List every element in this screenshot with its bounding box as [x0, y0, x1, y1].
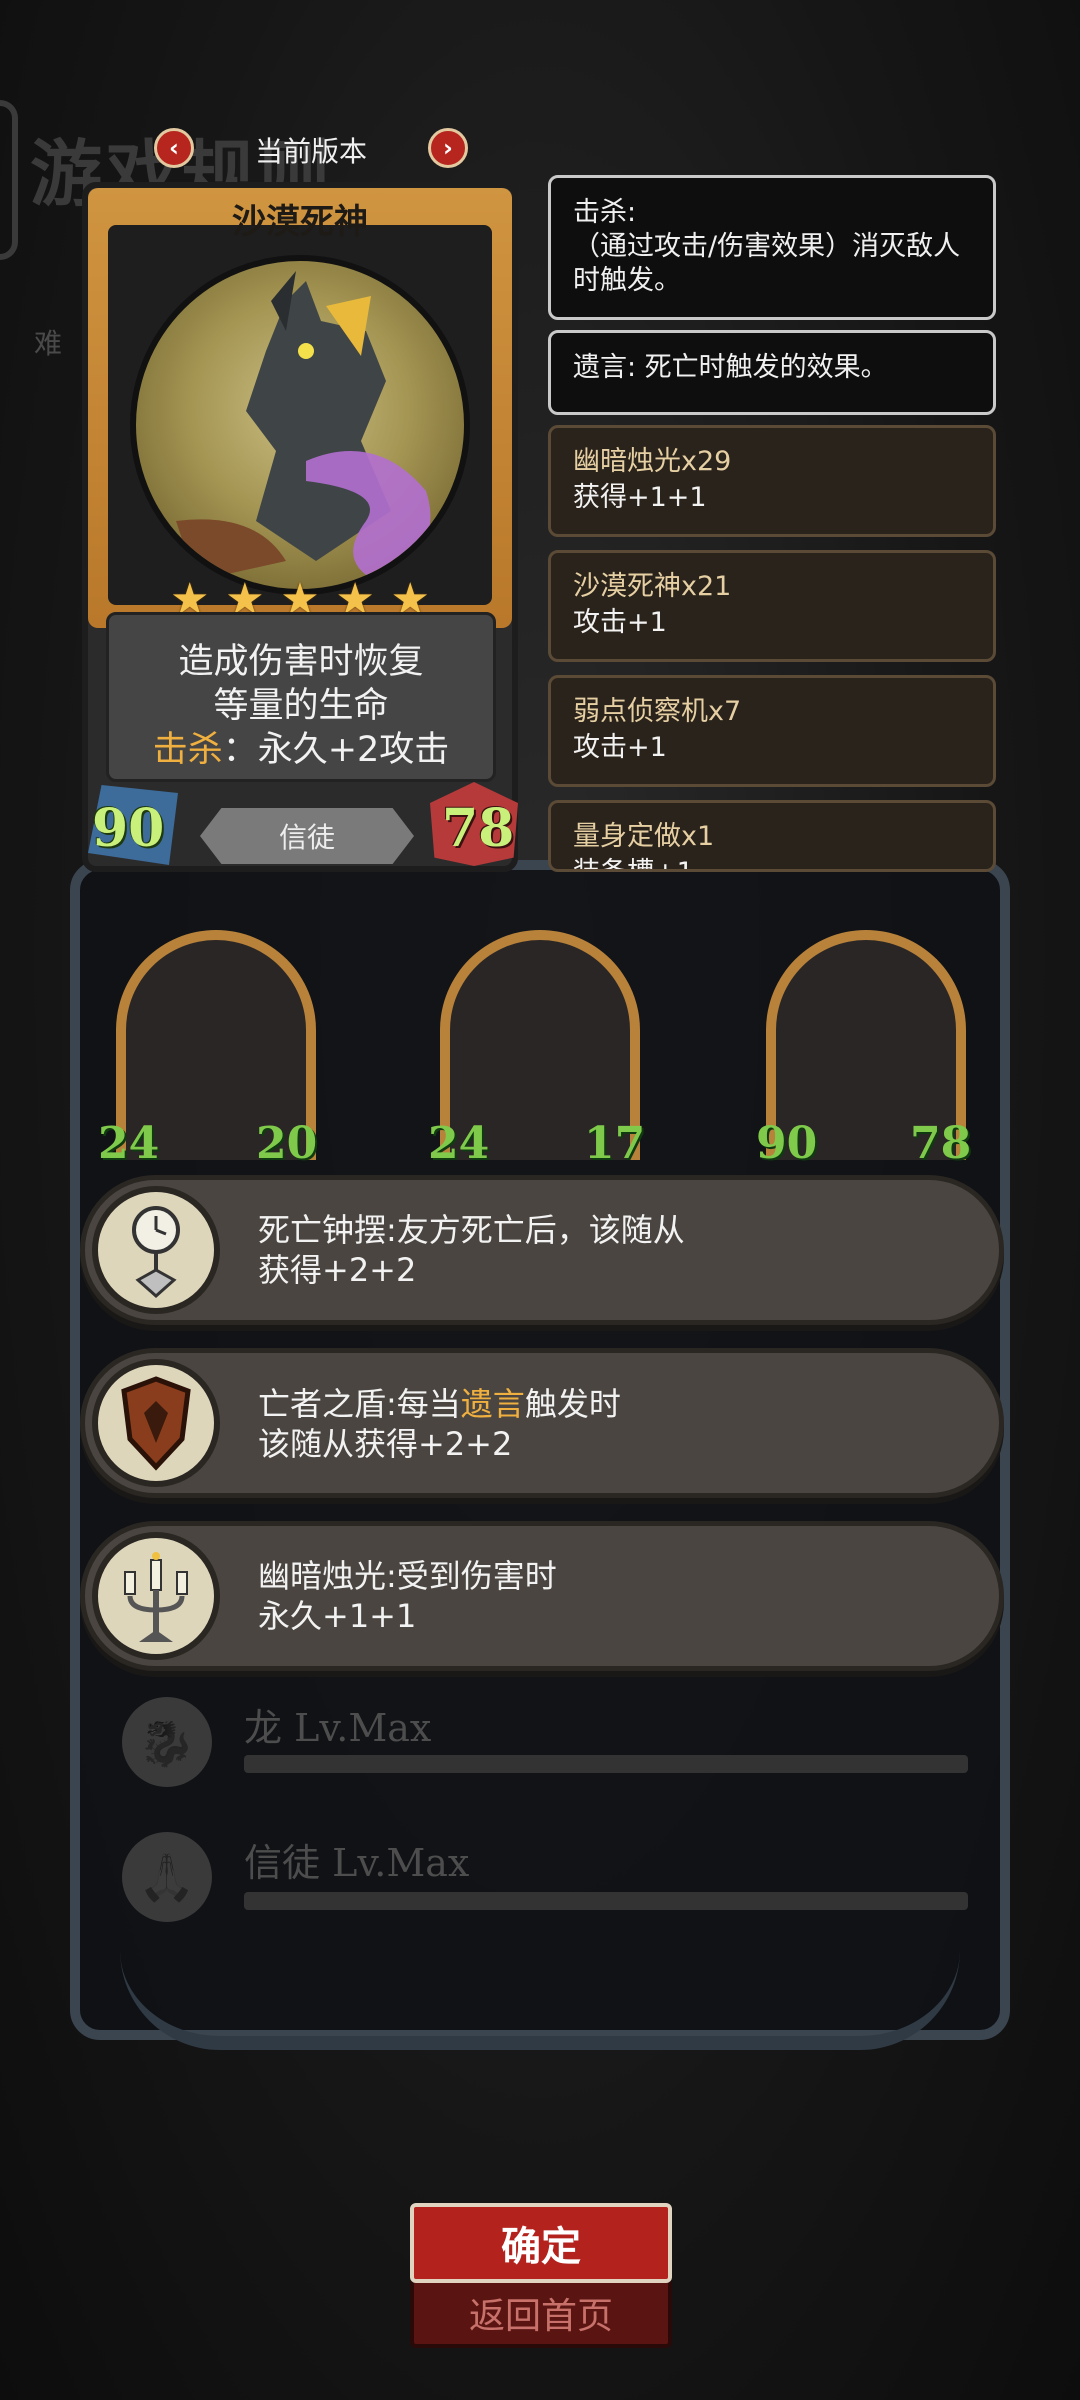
background-difficulty-label: 难	[34, 327, 63, 360]
relic-text-line: 死亡钟摆:友方死亡后，该随从	[258, 1211, 685, 1249]
card-keyword-line: 击杀：永久+2攻击	[106, 728, 496, 772]
deathrattle-tooltip-desc: 遗言: 死亡时触发的效果。	[573, 352, 888, 383]
card-portrait	[130, 255, 470, 595]
minion-health: 78	[910, 1118, 972, 1169]
tribe-level-label: 龙 Lv.Max	[244, 1706, 432, 1750]
buff-source-name: 幽暗烛光x29	[573, 446, 732, 477]
buff-source-name: 沙漠死神x21	[573, 571, 732, 602]
card-text-line: 造成伤害时恢复	[178, 642, 424, 682]
relic-text-line: 幽暗烛光:受到伤害时	[258, 1557, 557, 1595]
next-version-button[interactable]: ›	[428, 128, 468, 168]
pendulum-clock-icon	[132, 1206, 180, 1299]
chevron-left-icon: ‹	[169, 134, 179, 162]
buff-source-name: 量身定做x1	[573, 821, 715, 852]
minion-attack: 24	[98, 1118, 160, 1169]
buff-source-item: 弱点侦察机x7 攻击+1	[548, 675, 996, 787]
tribe-level-bar	[244, 1755, 968, 1773]
game-screen: 游戏规则 难 ‹ 当前版本 › 沙漠死神 ★ ★ ★ ★ ★ 造成伤害时恢复 等…	[0, 0, 1080, 2400]
background-frame	[0, 100, 18, 260]
relic-text-line: 亡者之盾:每当遗言触发时	[258, 1384, 978, 1424]
anubis-illustration	[176, 271, 431, 581]
kill-keyword[interactable]: 击杀	[153, 730, 223, 770]
card-name: 沙漠死神	[232, 202, 368, 242]
candelabra-icon	[124, 1552, 188, 1642]
relic-description: 亡者之盾:每当遗言触发时 该随从获得+2+2	[258, 1384, 978, 1464]
minion-attack: 24	[428, 1118, 490, 1169]
return-home-button[interactable]: 返回首页	[410, 2278, 672, 2348]
praying-hands-glyph: 🙏	[138, 1849, 196, 1904]
buff-source-name: 弱点侦察机x7	[573, 696, 742, 727]
relic-text-part: 亡者之盾:每当	[258, 1385, 461, 1423]
version-label: 当前版本	[255, 135, 368, 168]
prev-version-button[interactable]: ‹	[154, 128, 194, 168]
deathrattle-tooltip: 遗言: 死亡时触发的效果。	[548, 330, 996, 415]
buff-source-effect: 攻击+1	[573, 607, 667, 638]
card-health: 78	[442, 798, 515, 859]
praying-hands-icon: 🙏	[122, 1832, 212, 1922]
dragon-icon: 🐉	[122, 1697, 212, 1787]
relic-text-line: 获得+2+2	[258, 1251, 417, 1289]
buff-source-effect: 获得+1+1	[573, 482, 707, 513]
relic-description: 死亡钟摆:友方死亡后，该随从 获得+2+2	[258, 1210, 978, 1290]
buff-source-item: 幽暗烛光x29 获得+1+1	[548, 425, 996, 537]
confirm-button[interactable]: 确定	[410, 2203, 672, 2283]
buff-source-effect: 装备槽+1	[573, 855, 971, 869]
card-description: 造成伤害时恢复 等量的生命 击杀：永久+2攻击	[106, 640, 496, 772]
buff-source-item: 量身定做x1 装备槽+1	[548, 800, 996, 872]
minion-health: 20	[256, 1118, 318, 1169]
tribe-level-label: 信徒 Lv.Max	[244, 1841, 470, 1885]
shield-icon	[121, 1376, 191, 1471]
minion-attack: 90	[756, 1118, 818, 1169]
chevron-right-icon: ›	[443, 134, 453, 162]
relic-text-line: 该随从获得+2+2	[258, 1425, 513, 1463]
kill-tooltip-title: 击杀:	[573, 197, 637, 228]
card-attack: 90	[92, 798, 165, 859]
relic-text-line: 永久+1+1	[258, 1597, 417, 1635]
shield-icon	[92, 1359, 220, 1487]
buff-source-effect: 攻击+1	[573, 732, 667, 763]
dragon-glyph: 🐉	[138, 1714, 196, 1769]
relic-text-part: 触发时	[524, 1385, 621, 1423]
pendulum-clock-icon	[92, 1186, 220, 1314]
panel-bottom-ornament	[120, 1950, 960, 2050]
kill-effect: ：永久+2攻击	[222, 730, 450, 770]
card-text-line: 等量的生命	[213, 686, 389, 726]
kill-tooltip: 击杀: （通过攻击/伤害效果）消灭敌人时触发。	[548, 175, 996, 320]
minion-health: 17	[584, 1118, 646, 1169]
buff-source-item: 沙漠死神x21 攻击+1	[548, 550, 996, 662]
kill-tooltip-desc: （通过攻击/伤害效果）消灭敌人时触发。	[573, 231, 961, 296]
tribe-tag: 信徒	[200, 808, 414, 864]
relic-description: 幽暗烛光:受到伤害时 永久+1+1	[258, 1556, 978, 1636]
deathrattle-keyword[interactable]: 遗言	[461, 1385, 525, 1423]
tribe-level-bar	[244, 1892, 968, 1910]
candelabra-icon	[92, 1532, 220, 1660]
